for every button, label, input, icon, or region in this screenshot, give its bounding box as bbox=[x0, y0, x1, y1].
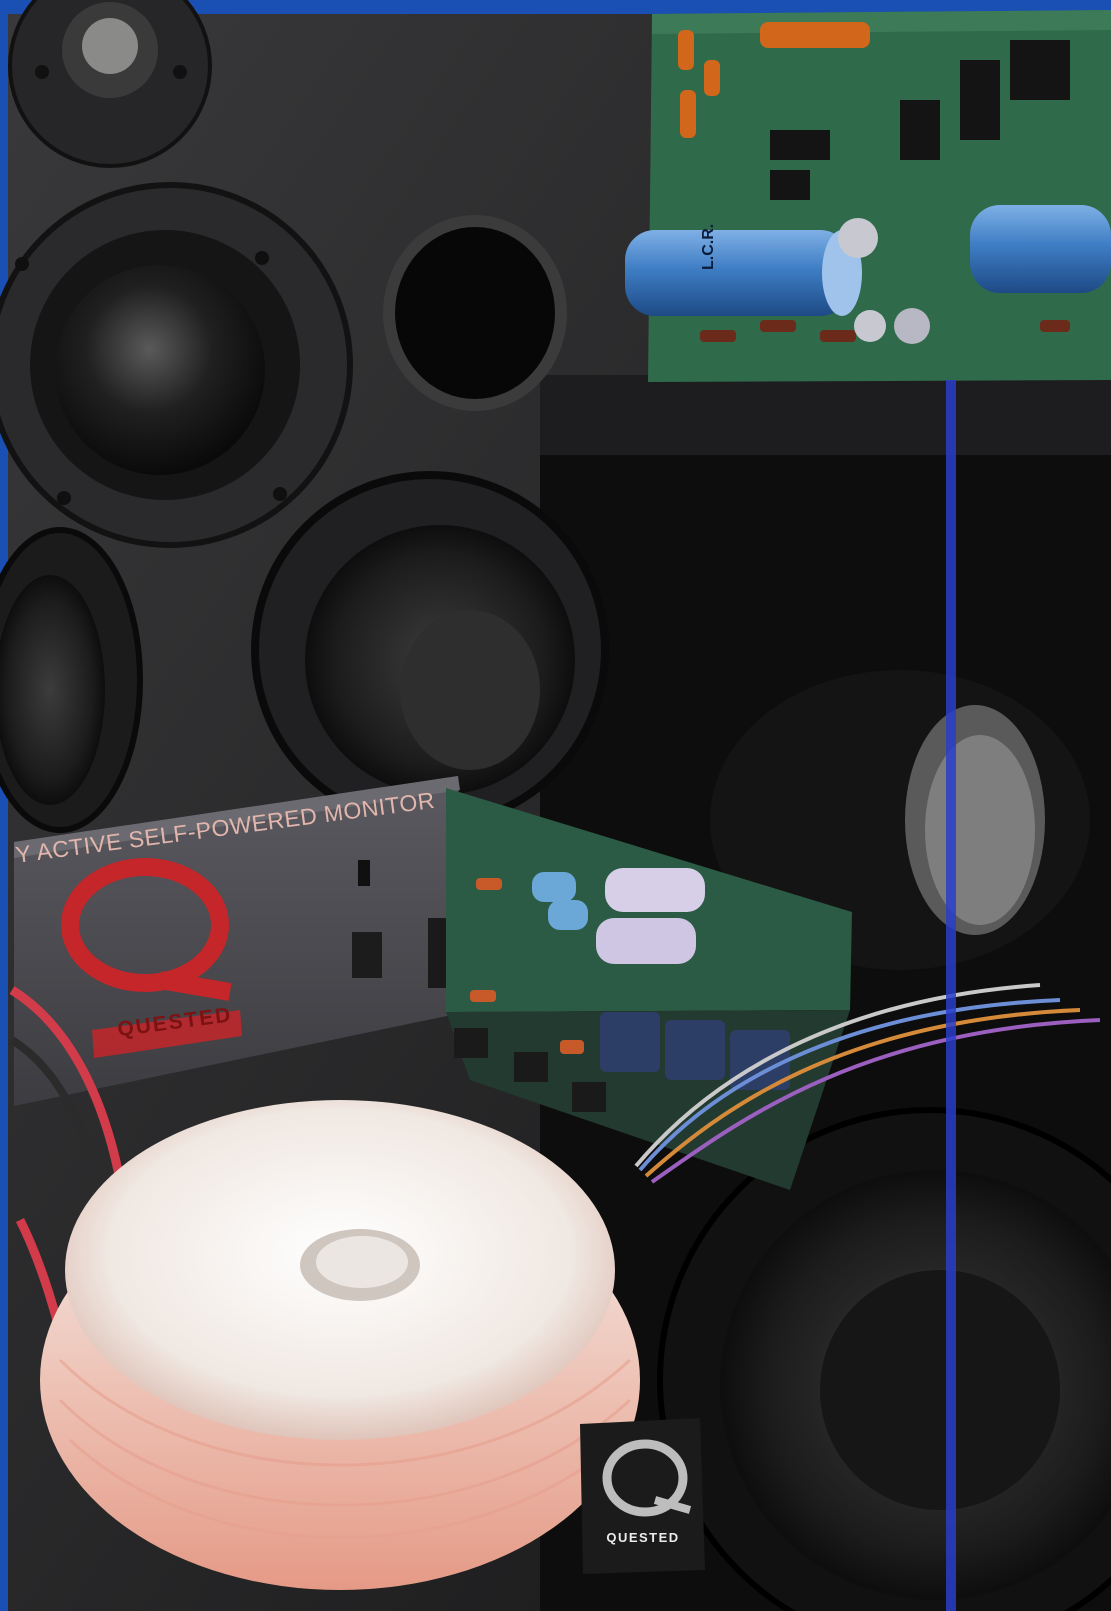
toroidal-transformer bbox=[40, 1100, 640, 1590]
bass-port bbox=[383, 215, 567, 411]
woofer-left bbox=[0, 527, 143, 833]
dome-midrange-driver bbox=[0, 182, 353, 548]
blue-electrolytic-capacitor bbox=[625, 230, 862, 316]
top-amplifier-pcb bbox=[625, 10, 1111, 382]
studio-monitor-photo bbox=[0, 0, 1111, 1611]
cabinet-ledge bbox=[540, 375, 1111, 455]
quested-badge bbox=[580, 1418, 705, 1574]
blue-scan-line bbox=[946, 380, 956, 1611]
woofer-center bbox=[251, 471, 609, 829]
